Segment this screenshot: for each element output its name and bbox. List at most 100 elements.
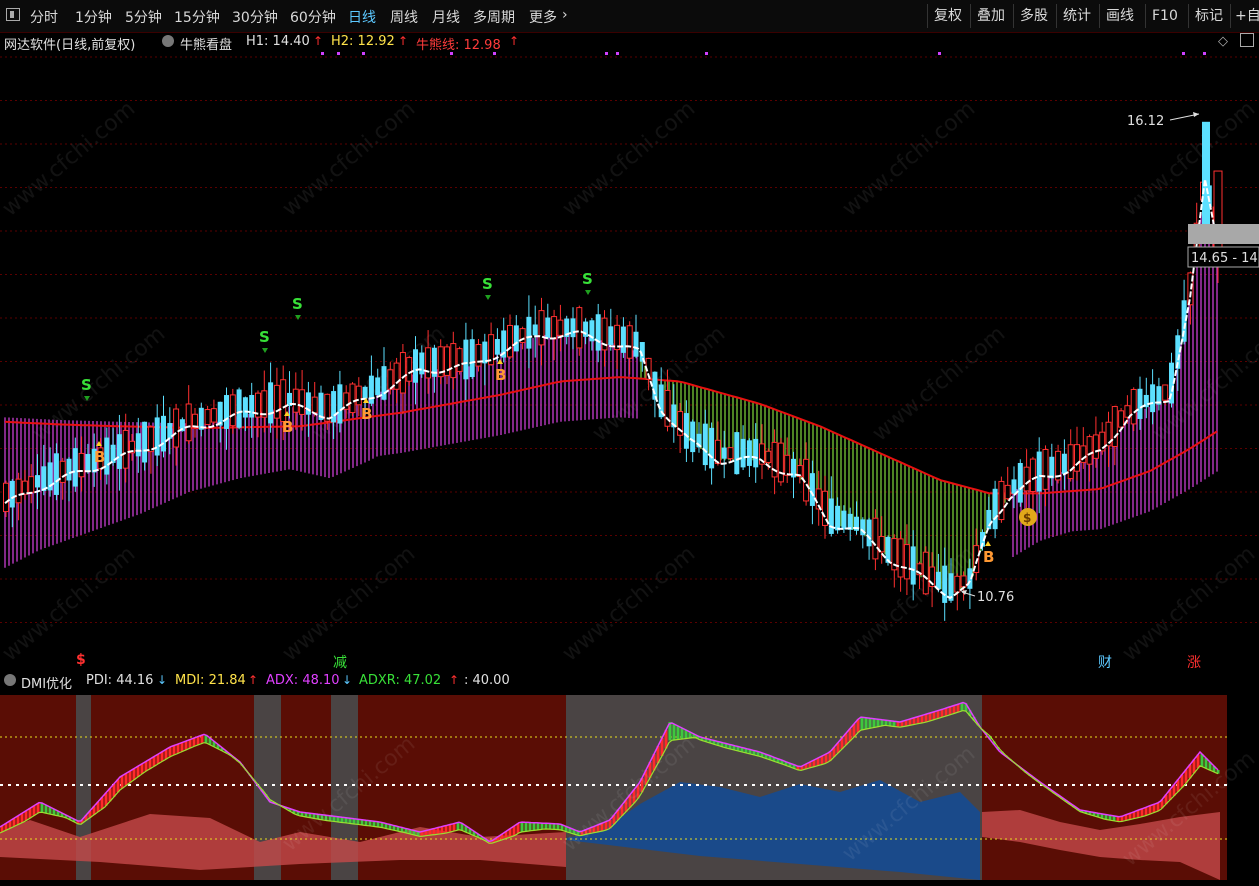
candle-body <box>35 475 40 488</box>
high-arrow-icon <box>1193 112 1199 117</box>
candle-body <box>526 316 532 349</box>
candle-body <box>954 575 961 593</box>
candle-body <box>210 408 217 423</box>
pdi-down-arrow-icon: ↓ <box>157 673 168 687</box>
tab-weekly[interactable]: 周线 <box>390 7 418 27</box>
candle-body <box>885 536 891 563</box>
overlay-button[interactable]: 叠加 <box>970 4 1011 28</box>
candle-body <box>122 429 129 469</box>
candle-body <box>740 438 746 468</box>
fuquan-button[interactable]: 复权 <box>927 4 968 28</box>
tab-5min[interactable]: 5分钟 <box>125 7 162 27</box>
tab-multi-period[interactable]: 多周期 <box>473 7 515 27</box>
bull-bear-band <box>4 182 1218 595</box>
money-bag-icon: $ <box>1019 508 1037 526</box>
candle-body <box>1118 410 1125 428</box>
tab-more[interactable]: 更多 <box>529 7 557 27</box>
candle-body <box>249 394 255 418</box>
event-reduce-icon[interactable]: 减 <box>333 652 347 672</box>
candle-body <box>626 325 633 359</box>
tab-daily[interactable]: 日线 <box>348 7 376 27</box>
bull-bear-up-arrow-icon: ↑ <box>509 34 520 48</box>
event-dot <box>1203 52 1206 55</box>
high-price-label: 16.12 <box>1127 114 1164 129</box>
event-dot <box>616 52 619 55</box>
candle-body <box>21 480 28 495</box>
event-limit-up-icon[interactable]: 涨 <box>1187 652 1201 672</box>
multi-stock-button[interactable]: 多股 <box>1013 4 1054 28</box>
candle-body <box>15 478 22 504</box>
candle-body <box>1023 466 1030 492</box>
candle-body <box>85 453 91 472</box>
buy-signal-marker: B <box>361 405 372 423</box>
indicator-dropdown-icon[interactable] <box>162 35 174 47</box>
adx-down-arrow-icon: ↓ <box>342 673 353 687</box>
draw-line-button[interactable]: 画线 <box>1099 4 1140 28</box>
sell-signal-marker: S <box>582 270 593 288</box>
diamond-icon[interactable]: ◇ <box>1218 34 1228 49</box>
candle-body <box>273 384 280 419</box>
f10-button[interactable]: F10 <box>1145 4 1184 28</box>
candle-body <box>1049 456 1055 479</box>
watermark-text: www.cfchi.com <box>0 541 140 666</box>
candle-body <box>835 505 841 531</box>
price-box-gray <box>1188 224 1259 244</box>
tab-30min[interactable]: 30分钟 <box>232 7 278 27</box>
dmi-dropdown-icon[interactable] <box>4 674 16 686</box>
watermark-text: www.cfchi.com <box>0 96 140 221</box>
candle-body <box>841 510 847 530</box>
adxr-value: ADXR: 47.02 <box>359 673 442 688</box>
candle-body <box>765 450 772 463</box>
event-dot <box>705 52 708 55</box>
tab-monthly[interactable]: 月线 <box>432 7 460 27</box>
event-dot <box>493 52 496 55</box>
candle-body <box>576 307 583 349</box>
candle-body <box>349 383 356 414</box>
mdi-up-arrow-icon: ↑ <box>248 673 259 687</box>
candle-body <box>897 538 904 578</box>
event-dividend-icon[interactable]: $ <box>76 652 86 668</box>
mdi-value: MDI: 21.84 <box>175 673 246 688</box>
down-arrow-icon <box>262 348 268 353</box>
event-dot <box>1182 52 1185 55</box>
price-chart[interactable]: www.cfchi.com www.cfchi.com www.cfchi.com w… <box>0 52 1259 670</box>
candle-body <box>828 498 834 534</box>
sell-signal-marker: S <box>81 376 92 394</box>
tab-60min[interactable]: 60分钟 <box>290 7 336 27</box>
event-dot <box>938 52 941 55</box>
candle-body <box>135 433 141 457</box>
buy-signal-marker: B <box>282 418 293 436</box>
candle-body <box>236 389 242 428</box>
tab-1min[interactable]: 1分钟 <box>75 7 112 27</box>
period-toolbar: 分时 1分钟 5分钟 15分钟 30分钟 60分钟 日线 周线 月线 多周期 更… <box>0 0 1259 33</box>
dmi-name: DMI优化 <box>21 677 73 692</box>
candle-body <box>595 314 601 351</box>
candle-body <box>942 565 948 603</box>
candle-body <box>557 319 564 336</box>
candle-body <box>960 575 967 588</box>
event-finance-icon[interactable]: 财 <box>1098 652 1112 672</box>
tab-15min[interactable]: 15分钟 <box>174 7 220 27</box>
watermark-text: www.cfchi.com <box>278 96 420 221</box>
dmi-chart[interactable]: www.cfchi.com www.cfchi.com www.cfchi.com w… <box>0 692 1259 886</box>
candle-body <box>809 473 815 506</box>
candle-body <box>872 517 879 560</box>
window-icon[interactable] <box>6 8 20 21</box>
statistics-button[interactable]: 统计 <box>1056 4 1097 28</box>
candle-body <box>1029 458 1036 493</box>
event-dot <box>337 52 340 55</box>
candle-body <box>463 339 469 380</box>
watermark-text: www.cfchi.com <box>558 541 700 666</box>
mark-button[interactable]: 标记 <box>1188 4 1229 28</box>
high-annotation: 16.12 <box>1127 112 1200 129</box>
chevron-right-icon[interactable]: › <box>562 7 568 23</box>
watermark-text: www.cfchi.com <box>278 541 420 666</box>
candle-body <box>413 349 418 383</box>
maximize-icon[interactable] <box>1240 33 1254 47</box>
candle-body <box>78 452 85 478</box>
candle-body <box>475 344 482 367</box>
buy-signal-marker: B <box>983 548 994 566</box>
tab-fenshi[interactable]: 分时 <box>30 7 58 27</box>
add-self-button[interactable]: +自 <box>1230 4 1259 28</box>
candle-body <box>1137 388 1143 419</box>
